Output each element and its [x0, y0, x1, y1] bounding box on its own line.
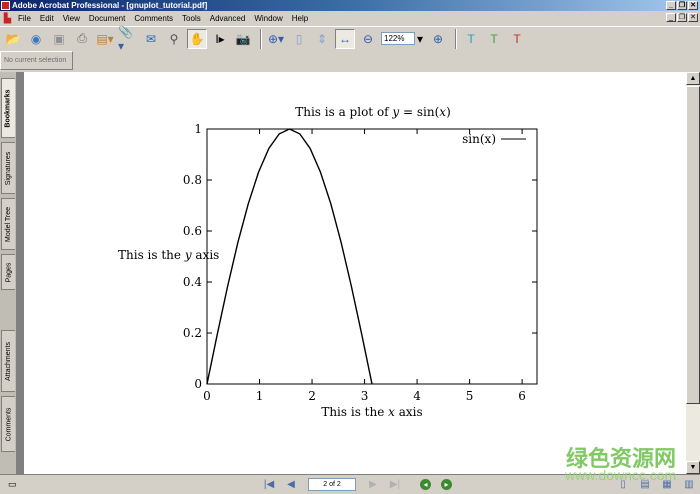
tab-comments[interactable]: Comments: [1, 396, 15, 452]
page-size-icon[interactable]: ▭: [8, 479, 22, 490]
pdf-page: This is a plot of y = sin(x) This is the…: [24, 72, 686, 474]
acrobat-app-icon: [1, 1, 10, 10]
y-tick-label: 0: [194, 377, 202, 391]
y-tick-label: 1: [194, 122, 202, 136]
y-axis-label: This is the y axis: [118, 248, 219, 262]
menu-window[interactable]: Window: [254, 14, 282, 23]
zoom-dropdown-icon[interactable]: ▾: [415, 29, 425, 49]
open-icon[interactable]: 📂: [3, 29, 23, 49]
scroll-down-button[interactable]: ▼: [686, 461, 700, 474]
x-axis-label: This is the x axis: [321, 405, 422, 419]
last-page-button[interactable]: ▶|: [388, 479, 402, 490]
y-tick-label: 0.6: [183, 224, 202, 238]
find-binoculars-icon[interactable]: ⚲: [164, 29, 184, 49]
doc-minimize-button[interactable]: _: [666, 13, 676, 22]
first-page-button[interactable]: |◀: [262, 479, 276, 490]
pdf-document-icon[interactable]: ▙: [4, 13, 14, 23]
y-tick-label: 0.8: [183, 173, 202, 187]
tab-bookmarks[interactable]: Bookmarks: [1, 78, 15, 138]
toolbar: 📂 ◉ ▣ ⎙ ▤▾ 📎▾ ✉ ⚲ ✋ I▸ 📷 ⊕▾ ▯ ⇕ ↔ ⊖ 122%…: [0, 25, 700, 53]
previous-page-button[interactable]: ◀: [284, 479, 298, 490]
title-bar: Adobe Acrobat Professional - [gnuplot_tu…: [0, 0, 700, 11]
strikethrough-text-icon[interactable]: T: [507, 29, 527, 49]
toolbar-divider: [260, 28, 262, 49]
tab-pages[interactable]: Pages: [1, 254, 15, 290]
scroll-up-button[interactable]: ▲: [686, 72, 700, 85]
document-window-controls: _ ❐ ✕: [666, 13, 698, 22]
selection-status: No current selection: [0, 51, 73, 70]
close-button[interactable]: ✕: [688, 1, 698, 10]
organizer-icon[interactable]: ◉: [26, 29, 46, 49]
menu-bar: ▙ File Edit View Document Comments Tools…: [0, 11, 700, 25]
x-tick-label: 0: [203, 389, 211, 403]
doc-close-button[interactable]: ✕: [688, 13, 698, 22]
window-controls: _ ❐ ✕: [666, 1, 698, 10]
x-tick-label: 6: [518, 389, 526, 403]
highlight-text-icon[interactable]: T: [461, 29, 481, 49]
menu-tools[interactable]: Tools: [182, 14, 201, 23]
x-tick-label: 1: [256, 389, 264, 403]
zoom-in-tool-icon[interactable]: ⊕▾: [266, 29, 286, 49]
window-title: Adobe Acrobat Professional - [gnuplot_tu…: [12, 1, 208, 10]
create-pdf-icon[interactable]: ▤▾: [95, 29, 115, 49]
x-tick-label: 5: [466, 389, 474, 403]
tab-signatures[interactable]: Signatures: [1, 142, 15, 194]
menu-help[interactable]: Help: [292, 14, 308, 23]
save-icon[interactable]: ▣: [49, 29, 69, 49]
fit-page-icon[interactable]: ⇕: [312, 29, 332, 49]
tab-model-tree[interactable]: Model Tree: [1, 198, 15, 250]
minimize-button[interactable]: _: [666, 1, 676, 10]
legend-label: sin(x): [462, 132, 496, 146]
menu-document[interactable]: Document: [89, 14, 125, 23]
navigation-tabs: Bookmarks Signatures Model Tree Pages At…: [0, 72, 16, 474]
plot-frame: [206, 128, 538, 385]
series-line-sin-x: [206, 128, 373, 385]
snapshot-camera-icon[interactable]: 📷: [233, 29, 253, 49]
zoom-level-input[interactable]: 122%: [381, 32, 415, 45]
menu-edit[interactable]: Edit: [40, 14, 54, 23]
print-icon[interactable]: ⎙: [72, 29, 92, 49]
actual-size-icon[interactable]: ▯: [289, 29, 309, 49]
menu-view[interactable]: View: [63, 14, 80, 23]
document-area: This is a plot of y = sin(x) This is the…: [16, 72, 686, 474]
toolbar-divider: [455, 28, 457, 49]
email-icon[interactable]: ✉: [141, 29, 161, 49]
y-tick-label: 0.2: [183, 326, 202, 340]
underline-text-icon[interactable]: T: [484, 29, 504, 49]
watermark-url: www.downcc.com: [565, 467, 677, 483]
continuous-facing-layout-icon[interactable]: ▥: [682, 479, 696, 490]
menu-comments[interactable]: Comments: [134, 14, 173, 23]
select-text-icon[interactable]: I▸: [210, 29, 230, 49]
zoom-in-icon[interactable]: ⊕: [428, 29, 448, 49]
previous-view-button[interactable]: ◂: [420, 479, 431, 490]
vertical-scrollbar[interactable]: ▲ ▼: [686, 72, 700, 474]
menu-advanced[interactable]: Advanced: [210, 14, 246, 23]
next-view-button[interactable]: ▸: [441, 479, 452, 490]
fit-width-icon[interactable]: ↔: [335, 28, 355, 49]
x-tick-label: 4: [413, 389, 421, 403]
next-page-button[interactable]: ▶: [366, 479, 380, 490]
menu-file[interactable]: File: [18, 14, 31, 23]
x-tick-label: 2: [308, 389, 316, 403]
attach-paperclip-icon[interactable]: 📎▾: [118, 25, 138, 53]
sin-plot: This is a plot of y = sin(x) This is the…: [118, 105, 538, 419]
chart-title: This is a plot of y = sin(x): [295, 105, 451, 119]
x-tick-label: 3: [361, 389, 369, 403]
restore-button[interactable]: ❐: [677, 1, 687, 10]
y-tick-label: 0.4: [183, 275, 202, 289]
zoom-out-icon[interactable]: ⊖: [358, 29, 378, 49]
doc-restore-button[interactable]: ❐: [677, 13, 687, 22]
tab-attachments[interactable]: Attachments: [1, 330, 15, 392]
hand-tool-icon[interactable]: ✋: [187, 28, 207, 49]
page-number-input[interactable]: 2 of 2: [308, 478, 356, 491]
scroll-thumb[interactable]: [686, 86, 700, 404]
